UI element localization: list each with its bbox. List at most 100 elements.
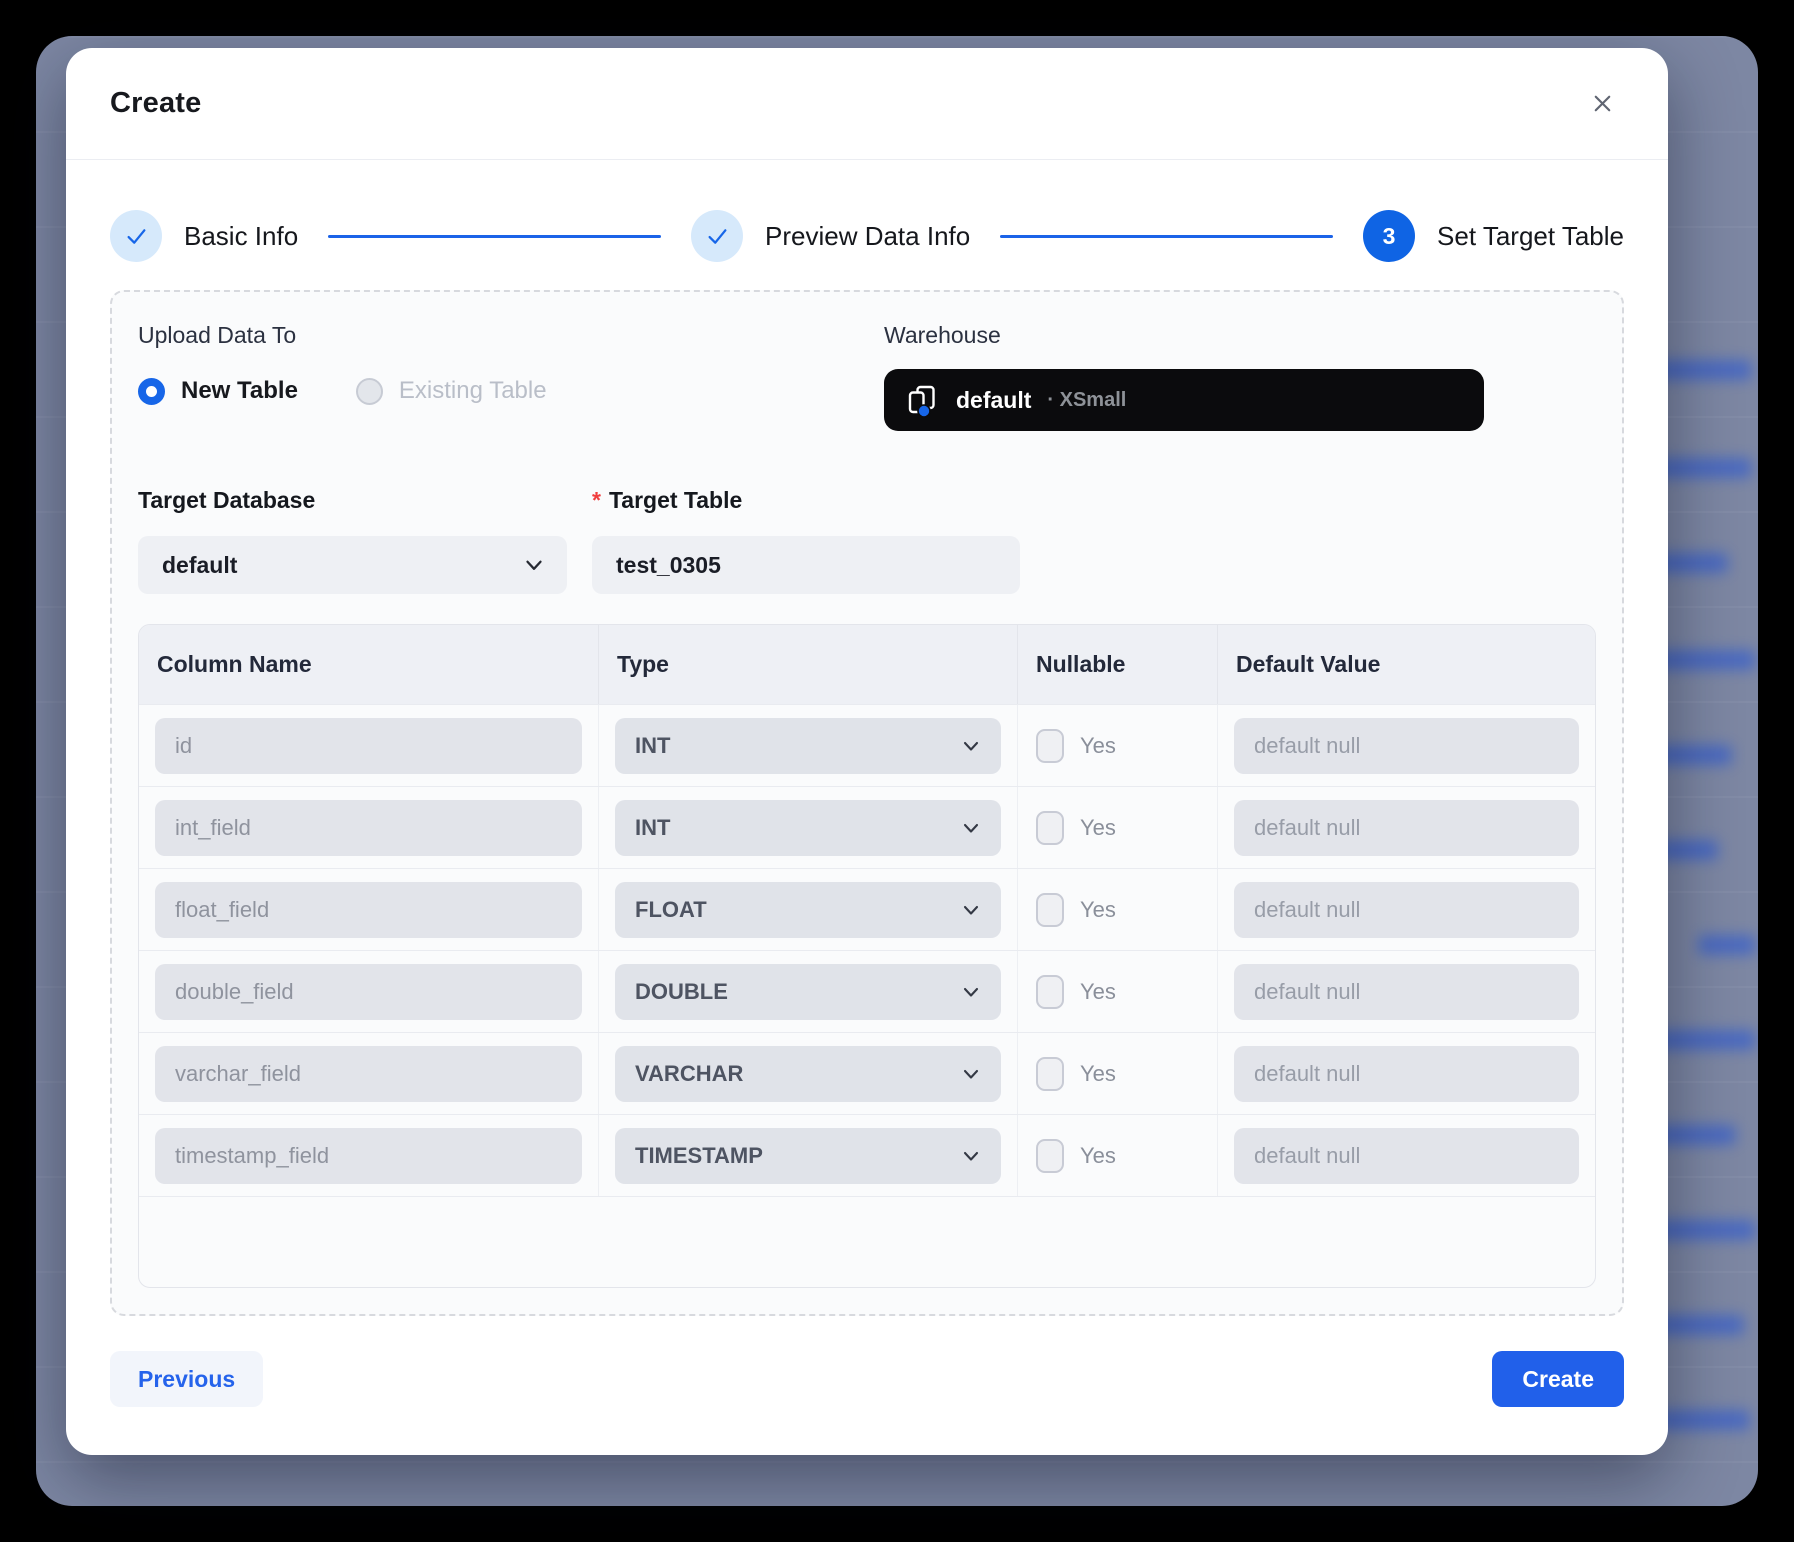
step-label: Preview Data Info [765,221,970,252]
stepper: Basic Info Preview Data Info 3 Set Targe… [110,210,1624,262]
chevron-down-icon [521,552,547,578]
nullable-checkbox[interactable] [1036,975,1064,1009]
step-preview-data-info[interactable]: Preview Data Info [691,210,970,262]
columns-table: Column Name Type Nullable Default Value … [138,624,1596,1288]
target-table-label: *Target Table [592,487,1020,514]
upload-data-to-group: Upload Data To New Table Existing Table [138,322,884,431]
table-row: DOUBLE Yes [139,950,1595,1032]
column-header: Default Value [1218,625,1595,704]
table-row: INT Yes [139,704,1595,786]
step-label: Set Target Table [1437,221,1624,252]
target-database-value: default [162,552,237,579]
column-header: Nullable [1018,625,1218,704]
table-row: INT Yes [139,786,1595,868]
nullable-label: Yes [1080,815,1116,841]
nullable-label: Yes [1080,733,1116,759]
radio-new-table[interactable]: New Table [138,377,298,405]
column-header: Column Name [139,625,599,704]
step-complete-circle [110,210,162,262]
modal-footer: Previous Create [66,1351,1668,1455]
default-value-input[interactable] [1234,718,1579,774]
target-table-input[interactable] [592,536,1020,594]
chevron-down-icon [959,980,983,1004]
warehouse-group: Warehouse default · XSmall [884,322,1596,431]
create-button[interactable]: Create [1492,1351,1624,1407]
nullable-checkbox[interactable] [1036,811,1064,845]
type-select[interactable]: DOUBLE [615,964,1001,1020]
chevron-down-icon [959,1062,983,1086]
nullable-checkbox[interactable] [1036,1139,1064,1173]
radio-label: New Table [181,377,298,405]
chevron-down-icon [959,734,983,758]
column-name-input[interactable] [155,882,582,938]
create-modal: Create Basic Info [66,48,1668,1455]
nullable-label: Yes [1080,1061,1116,1087]
nullable-checkbox[interactable] [1036,1057,1064,1091]
table-row: TIMESTAMP Yes [139,1114,1595,1196]
step-basic-info[interactable]: Basic Info [110,210,298,262]
chevron-down-icon [959,898,983,922]
warehouse-selector[interactable]: default · XSmall [884,369,1484,431]
type-value: FLOAT [635,897,707,923]
target-database-group: Target Database default [138,487,567,594]
default-value-input[interactable] [1234,964,1579,1020]
chevron-down-icon [959,1144,983,1168]
radio-selected-icon [138,378,165,405]
type-value: DOUBLE [635,979,728,1005]
nullable-checkbox[interactable] [1036,729,1064,763]
default-value-input[interactable] [1234,1128,1579,1184]
modal-header: Create [66,48,1668,160]
default-value-input[interactable] [1234,882,1579,938]
warehouse-name: default [956,387,1031,414]
type-value: TIMESTAMP [635,1143,763,1169]
close-icon [1589,90,1616,117]
radio-unselected-icon [356,378,383,405]
nullable-checkbox[interactable] [1036,893,1064,927]
warehouse-icon [904,382,940,418]
check-icon [123,223,150,250]
column-name-input[interactable] [155,718,582,774]
step-label: Basic Info [184,221,298,252]
target-table-panel: Upload Data To New Table Existing Table [110,290,1624,1316]
column-name-input[interactable] [155,800,582,856]
column-name-input[interactable] [155,1046,582,1102]
blurred-background-link [1698,935,1756,955]
step-connector [328,235,661,238]
check-icon [704,223,731,250]
type-select[interactable]: TIMESTAMP [615,1128,1001,1184]
table-row: FLOAT Yes [139,868,1595,950]
nullable-label: Yes [1080,1143,1116,1169]
warehouse-size: · XSmall [1047,389,1126,412]
type-value: VARCHAR [635,1061,743,1087]
step-complete-circle [691,210,743,262]
radio-existing-table[interactable]: Existing Table [356,377,547,405]
required-mark: * [592,487,601,513]
column-name-input[interactable] [155,1128,582,1184]
table-row: VARCHAR Yes [139,1032,1595,1114]
chevron-down-icon [959,816,983,840]
nullable-label: Yes [1080,979,1116,1005]
table-header-row: Column Name Type Nullable Default Value [139,625,1595,704]
column-header: Type [599,625,1018,704]
close-button[interactable] [1583,84,1622,123]
column-name-input[interactable] [155,964,582,1020]
target-database-select[interactable]: default [138,536,567,594]
upload-data-to-label: Upload Data To [138,322,884,349]
type-value: INT [635,733,670,759]
previous-button[interactable]: Previous [110,1351,263,1407]
nullable-label: Yes [1080,897,1116,923]
step-connector [1000,235,1333,238]
default-value-input[interactable] [1234,800,1579,856]
target-database-label: Target Database [138,487,567,514]
step-set-target-table[interactable]: 3 Set Target Table [1363,210,1624,262]
warehouse-label: Warehouse [884,322,1596,349]
type-value: INT [635,815,670,841]
type-select[interactable]: FLOAT [615,882,1001,938]
table-empty-area [139,1196,1595,1287]
type-select[interactable]: INT [615,718,1001,774]
type-select[interactable]: INT [615,800,1001,856]
modal-title: Create [110,87,201,120]
target-table-group: *Target Table [592,487,1020,594]
type-select[interactable]: VARCHAR [615,1046,1001,1102]
default-value-input[interactable] [1234,1046,1579,1102]
